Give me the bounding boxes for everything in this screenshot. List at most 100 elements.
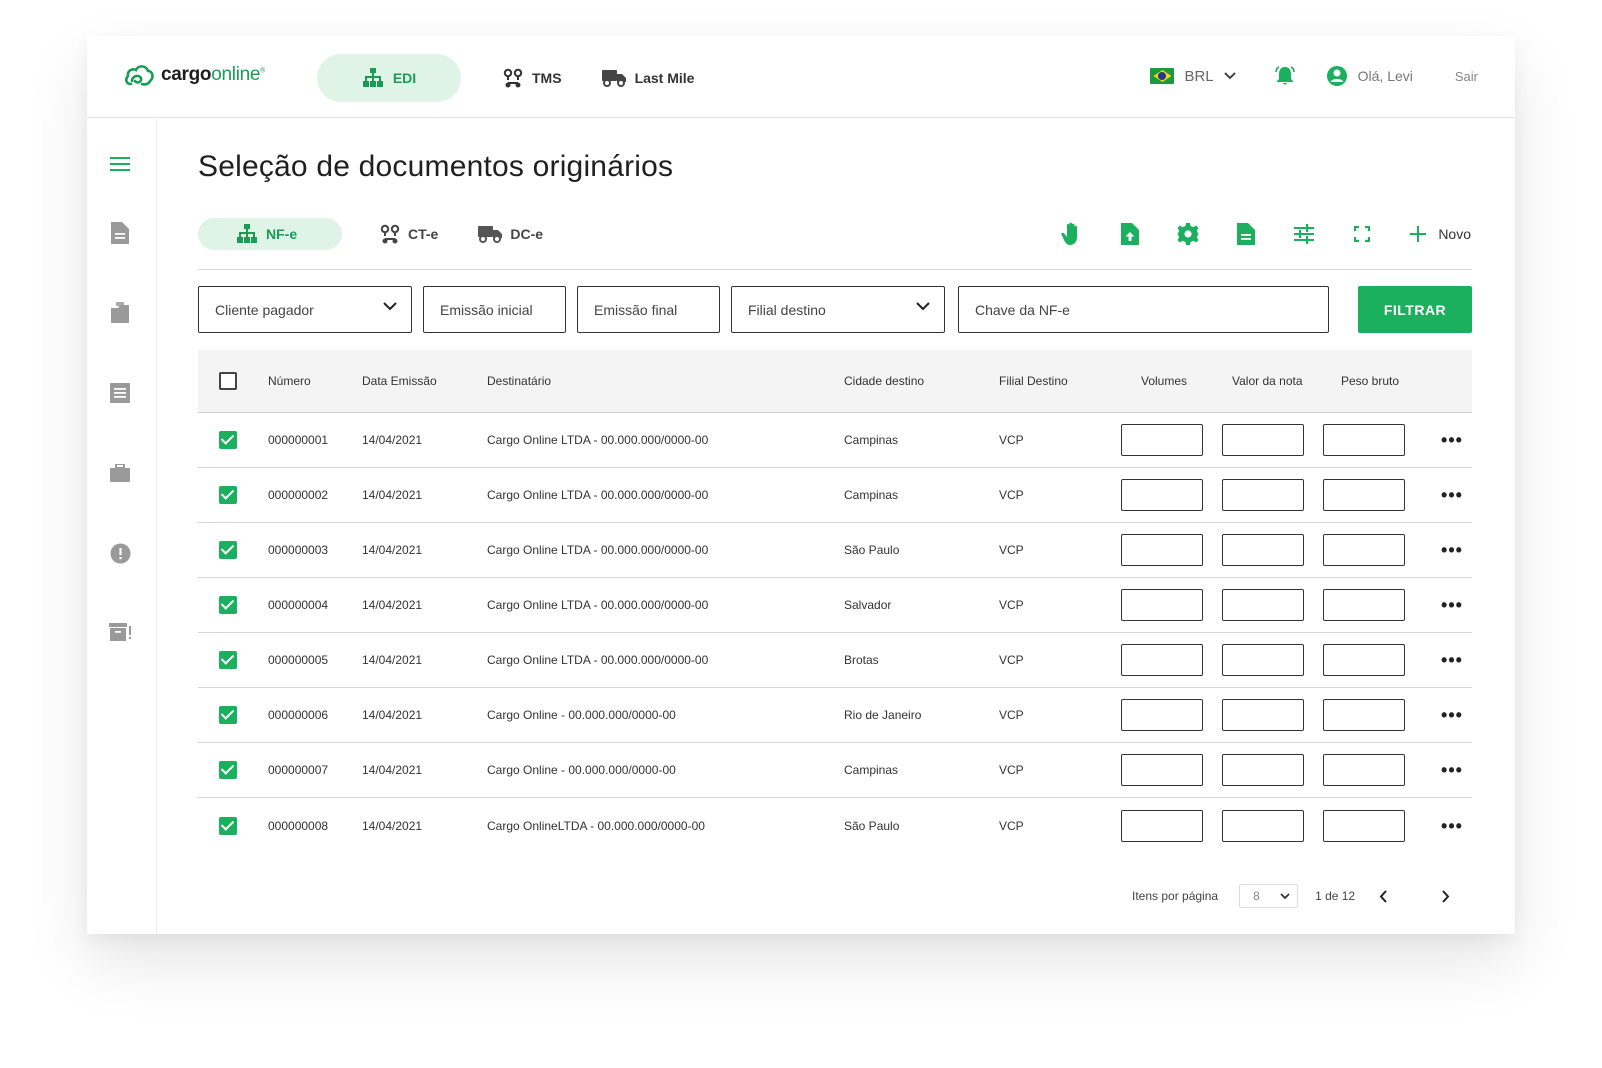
col-filial-destino[interactable]: Filial Destino bbox=[999, 374, 1068, 388]
col-valor-nota[interactable]: Valor da nota bbox=[1232, 374, 1303, 388]
peso-bruto-input[interactable] bbox=[1323, 699, 1405, 731]
volumes-input[interactable] bbox=[1121, 809, 1203, 842]
row-checkbox[interactable] bbox=[219, 541, 237, 559]
table-header: Número Data Emissão Destinatário Cidade … bbox=[198, 350, 1472, 413]
chave-nfe-field[interactable]: Chave da NF-e bbox=[958, 286, 1329, 333]
table-row[interactable]: 000000002 14/04/2021 Cargo Online LTDA - 0… bbox=[198, 468, 1472, 523]
truck-icon bbox=[601, 70, 626, 87]
table-row[interactable]: 000000007 14/04/2021 Cargo Online - 00.000… bbox=[198, 743, 1472, 798]
alert-icon[interactable] bbox=[109, 542, 131, 564]
peso-bruto-input[interactable] bbox=[1323, 479, 1405, 511]
gear-icon[interactable] bbox=[1176, 222, 1200, 246]
row-checkbox[interactable] bbox=[219, 816, 237, 835]
menu-icon[interactable] bbox=[109, 153, 131, 175]
more-options-icon[interactable]: ••• bbox=[1441, 541, 1463, 559]
peso-bruto-input[interactable] bbox=[1323, 644, 1405, 676]
nav-edi[interactable]: EDI bbox=[317, 54, 461, 102]
cell-destinatario: Cargo Online LTDA - 00.000.000/0000-00 bbox=[487, 543, 709, 557]
user-menu[interactable]: Olá, Levi bbox=[1326, 65, 1413, 87]
peso-bruto-input[interactable] bbox=[1323, 534, 1405, 566]
more-options-icon[interactable]: ••• bbox=[1441, 706, 1463, 724]
volumes-input[interactable] bbox=[1121, 699, 1203, 731]
row-checkbox[interactable] bbox=[219, 706, 237, 724]
row-checkbox[interactable] bbox=[219, 596, 237, 614]
row-checkbox[interactable] bbox=[219, 651, 237, 669]
items-per-page-select[interactable]: 8 bbox=[1239, 884, 1299, 908]
valor-nota-input[interactable] bbox=[1222, 534, 1304, 566]
filter-button[interactable]: FILTRAR bbox=[1358, 286, 1472, 333]
volumes-input[interactable] bbox=[1121, 424, 1203, 456]
valor-nota-input[interactable] bbox=[1222, 424, 1304, 456]
volumes-input[interactable] bbox=[1121, 644, 1203, 676]
valor-nota-input[interactable] bbox=[1222, 589, 1304, 621]
row-checkbox[interactable] bbox=[219, 761, 237, 779]
col-cidade-destino[interactable]: Cidade destino bbox=[844, 374, 924, 388]
table-row[interactable]: 000000001 14/04/2021 Cargo Online LTDA - 0… bbox=[198, 413, 1472, 468]
valor-nota-input[interactable] bbox=[1222, 754, 1304, 786]
more-options-icon[interactable]: ••• bbox=[1441, 486, 1463, 504]
new-button[interactable]: Novo bbox=[1410, 226, 1471, 242]
valor-nota-input[interactable] bbox=[1222, 479, 1304, 511]
next-page-button[interactable] bbox=[1442, 889, 1450, 903]
hand-icon[interactable] bbox=[1060, 222, 1084, 246]
table-row[interactable]: 000000003 14/04/2021 Cargo Online LTDA - 0… bbox=[198, 523, 1472, 578]
volumes-input[interactable] bbox=[1121, 754, 1203, 786]
tab-cte[interactable]: CT-e bbox=[360, 218, 458, 250]
nav-tms[interactable]: TMS bbox=[483, 54, 582, 102]
select-all-checkbox[interactable] bbox=[219, 372, 237, 390]
more-options-icon[interactable]: ••• bbox=[1441, 431, 1463, 449]
col-volumes[interactable]: Volumes bbox=[1141, 374, 1187, 388]
peso-bruto-input[interactable] bbox=[1323, 809, 1405, 842]
tab-dce-label: DC-e bbox=[510, 226, 544, 242]
tab-nfe[interactable]: NF-e bbox=[198, 218, 342, 250]
more-options-icon[interactable]: ••• bbox=[1441, 651, 1463, 669]
prev-page-button[interactable] bbox=[1379, 889, 1387, 903]
col-peso-bruto[interactable]: Peso bruto bbox=[1341, 374, 1399, 388]
volumes-input[interactable] bbox=[1121, 589, 1203, 621]
volumes-input[interactable] bbox=[1121, 479, 1203, 511]
row-checkbox[interactable] bbox=[219, 431, 237, 449]
cliente-pagador-label: Cliente pagador bbox=[215, 301, 314, 318]
nav-last-mile[interactable]: Last Mile bbox=[582, 54, 715, 102]
cloud-logo-icon bbox=[125, 65, 154, 86]
peso-bruto-input[interactable] bbox=[1323, 589, 1405, 621]
list-icon[interactable] bbox=[109, 382, 131, 404]
archive-alert-icon[interactable] bbox=[109, 621, 131, 643]
filial-destino-label: Filial destino bbox=[748, 301, 826, 318]
valor-nota-input[interactable] bbox=[1222, 699, 1304, 731]
col-numero[interactable]: Número bbox=[268, 374, 311, 388]
fullscreen-icon[interactable] bbox=[1350, 222, 1374, 246]
document-icon[interactable] bbox=[109, 222, 131, 244]
tab-dce[interactable]: DC-e bbox=[458, 218, 563, 250]
sliders-icon[interactable] bbox=[1292, 222, 1316, 246]
peso-bruto-input[interactable] bbox=[1323, 424, 1405, 456]
more-options-icon[interactable]: ••• bbox=[1441, 596, 1463, 614]
document-type-tabs: NF-e CT-e DC-e bbox=[198, 218, 563, 250]
logout-link[interactable]: Sair bbox=[1455, 69, 1478, 84]
table-row[interactable]: 000000006 14/04/2021 Cargo Online - 00.000… bbox=[198, 688, 1472, 743]
file-upload-icon[interactable] bbox=[1118, 222, 1142, 246]
table-row[interactable]: 000000004 14/04/2021 Cargo Online LTDA - 0… bbox=[198, 578, 1472, 633]
volumes-input[interactable] bbox=[1121, 534, 1203, 566]
peso-bruto-input[interactable] bbox=[1323, 754, 1405, 786]
emissao-final-field[interactable]: Emissão final bbox=[577, 286, 720, 333]
valor-nota-input[interactable] bbox=[1222, 644, 1304, 676]
emissao-inicial-field[interactable]: Emissão inicial bbox=[423, 286, 566, 333]
row-checkbox[interactable] bbox=[219, 486, 237, 504]
cargoonline-logo[interactable]: cargoonline® bbox=[123, 62, 265, 88]
page-range: 1 de 12 bbox=[1315, 889, 1356, 903]
cliente-pagador-select[interactable]: Cliente pagador bbox=[198, 286, 412, 333]
col-data-emissao[interactable]: Data Emissão bbox=[362, 374, 437, 388]
more-options-icon[interactable]: ••• bbox=[1441, 761, 1463, 779]
more-options-icon[interactable]: ••• bbox=[1441, 817, 1463, 835]
bell-icon[interactable] bbox=[1274, 65, 1296, 87]
briefcase-icon[interactable] bbox=[109, 462, 131, 484]
files-icon[interactable] bbox=[109, 302, 131, 324]
filial-destino-select[interactable]: Filial destino bbox=[731, 286, 945, 333]
valor-nota-input[interactable] bbox=[1222, 809, 1304, 842]
currency-selector[interactable]: BRL bbox=[1150, 68, 1236, 85]
col-destinatario[interactable]: Destinatário bbox=[487, 374, 551, 388]
file-text-icon[interactable] bbox=[1234, 222, 1258, 246]
table-row[interactable]: 000000005 14/04/2021 Cargo Online LTDA - 0… bbox=[198, 633, 1472, 688]
table-row[interactable]: 000000008 14/04/2021 Cargo OnlineLTDA - 00… bbox=[198, 798, 1472, 853]
